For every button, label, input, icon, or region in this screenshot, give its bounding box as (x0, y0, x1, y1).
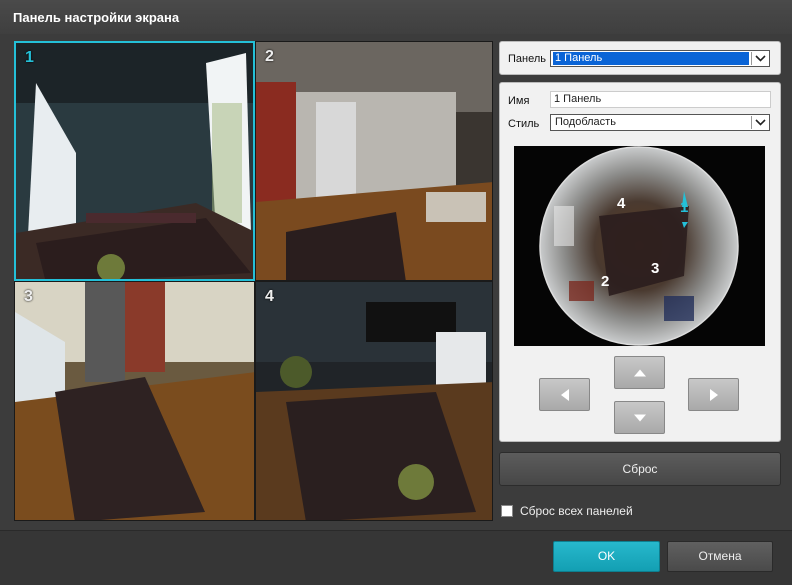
panel-select[interactable]: 1 Панель (550, 50, 770, 67)
style-select[interactable]: Подобласть (550, 114, 770, 131)
camera-image-3 (15, 282, 254, 520)
name-field[interactable]: 1 Панель (550, 91, 771, 108)
window-title: Панель настройки экрана (13, 10, 180, 25)
camera-view-4[interactable]: 4 (255, 281, 493, 521)
view-number: 3 (24, 288, 33, 305)
title-bar: Панель настройки экрана (0, 0, 792, 34)
reset-all-checkbox[interactable] (501, 505, 513, 517)
camera-image-2 (256, 42, 492, 280)
style-select-value: Подобласть (555, 116, 616, 128)
camera-view-grid: 1 2 3 4 (14, 41, 493, 521)
arrow-up-icon (633, 369, 646, 376)
camera-view-3[interactable]: 3 (14, 281, 255, 521)
camera-image-4 (256, 282, 492, 520)
chevron-down-icon[interactable] (751, 116, 768, 129)
camera-view-2[interactable]: 2 (255, 41, 493, 281)
view-number: 4 (265, 288, 274, 305)
view-number: 1 (25, 49, 34, 66)
camera-view-1[interactable]: 1 (14, 41, 255, 281)
name-label: Имя (508, 95, 530, 107)
region-label-1: 1 (680, 199, 689, 216)
region-label-2: 2 (601, 273, 610, 290)
arrow-right-icon (709, 388, 718, 401)
region-label-3: 3 (651, 260, 660, 277)
arrow-left-icon (560, 388, 569, 401)
camera-image-1 (16, 43, 253, 279)
ok-button[interactable]: OK (553, 541, 660, 572)
tilt-down-button[interactable] (614, 401, 665, 434)
reset-all-label[interactable]: Сброс всех панелей (520, 504, 633, 518)
fisheye-preview[interactable]: 4 1 3 2 (514, 146, 765, 346)
pan-right-button[interactable] (688, 378, 739, 411)
fisheye-image (539, 146, 739, 346)
tilt-up-button[interactable] (614, 356, 665, 389)
panel-label: Панель (508, 53, 547, 65)
panel-select-value: 1 Панель (553, 52, 749, 65)
cancel-button[interactable]: Отмена (667, 541, 773, 572)
view-number: 2 (265, 48, 274, 65)
reset-button[interactable]: Сброс (499, 452, 781, 486)
region-label-4: 4 (617, 195, 626, 212)
chevron-down-icon[interactable] (751, 52, 768, 65)
arrow-down-icon (633, 414, 646, 421)
pan-left-button[interactable] (539, 378, 590, 411)
style-label: Стиль (508, 118, 540, 130)
